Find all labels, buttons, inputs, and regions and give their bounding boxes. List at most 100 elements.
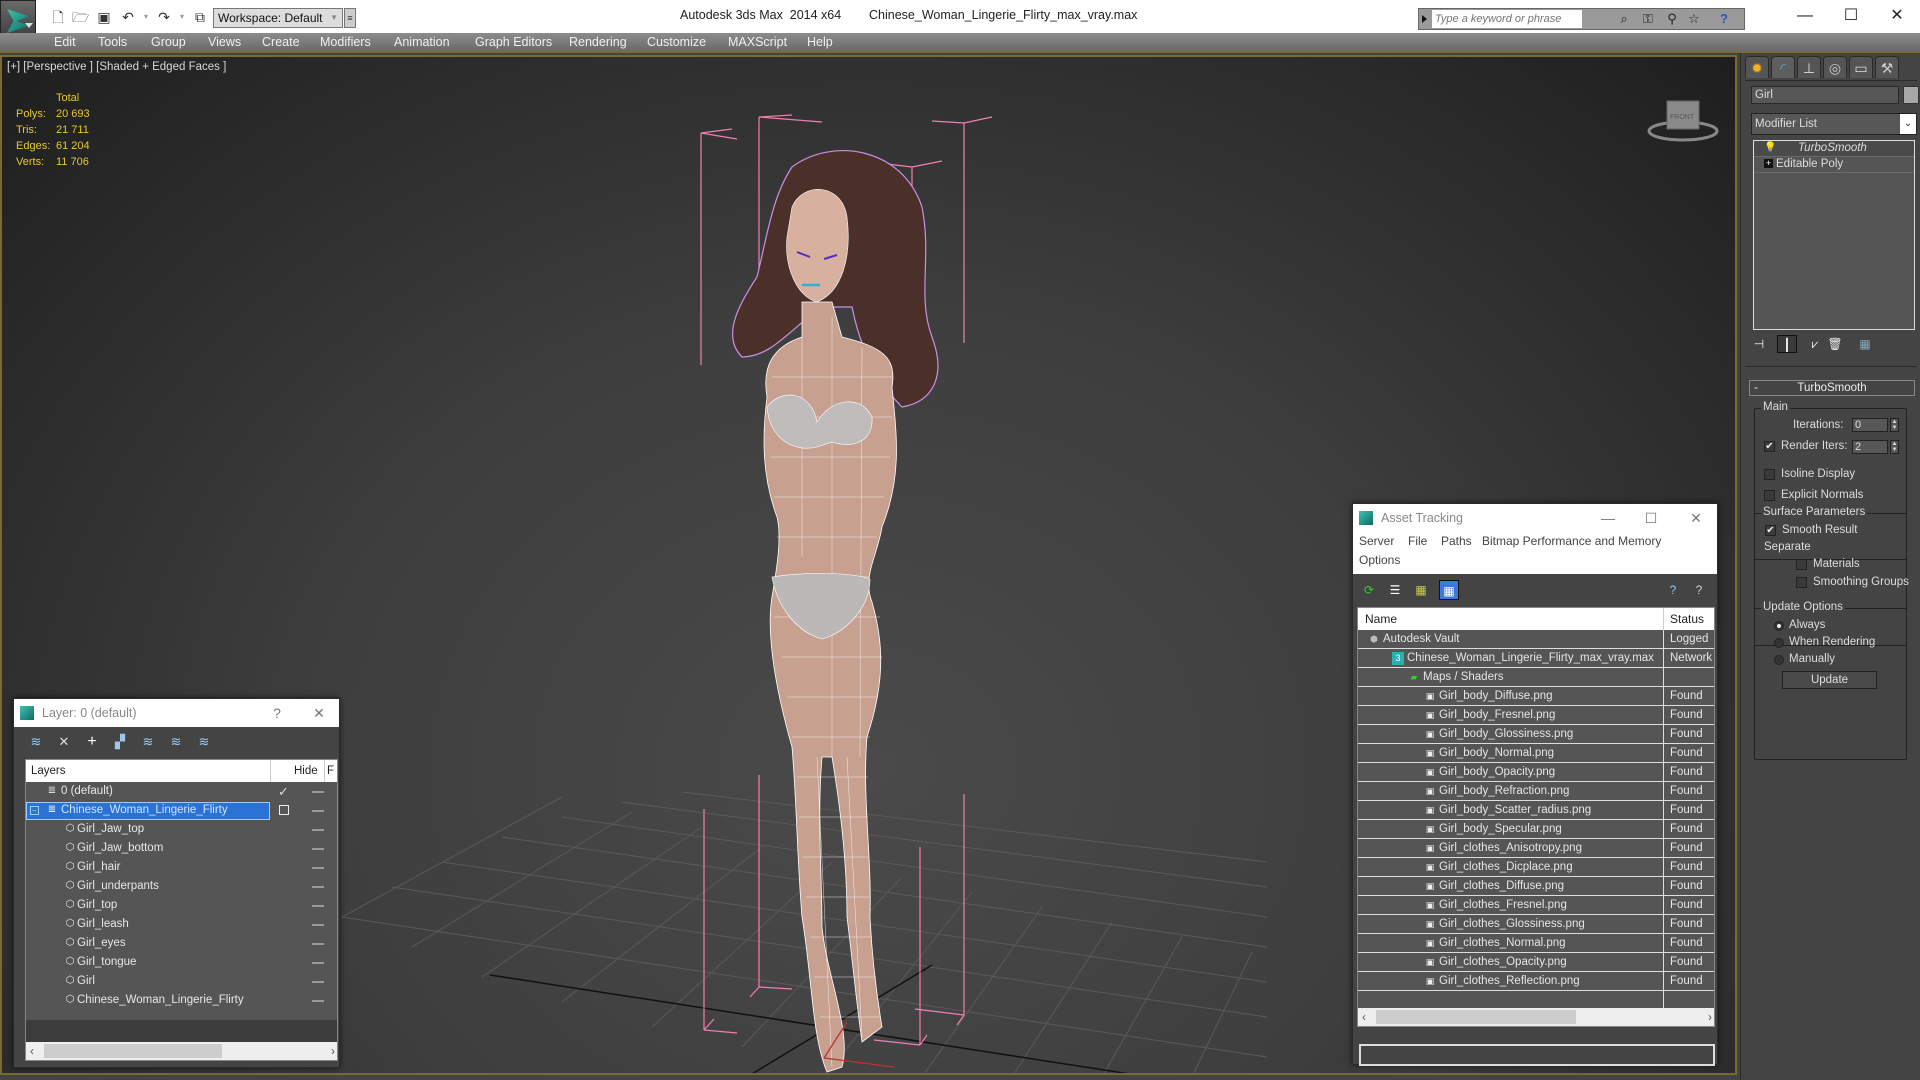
minimize-button[interactable]: — (1593, 504, 1623, 532)
hierarchy-tab-icon[interactable]: ⊥ (1797, 56, 1821, 78)
new-file-icon[interactable]: 🗋 (50, 9, 66, 25)
minimize-button[interactable]: — (1785, 4, 1825, 28)
scrollbar-thumb[interactable] (1376, 1010, 1576, 1024)
hide-toggle[interactable] (312, 848, 324, 850)
iterations-spinner-arrows[interactable]: ▲ ▼ (1890, 418, 1899, 432)
object-color-swatch[interactable] (1903, 86, 1919, 104)
key-icon[interactable]: ⚿ (1639, 11, 1657, 27)
column-hide[interactable]: Hide (294, 760, 318, 782)
redo-icon[interactable]: ↷ (156, 9, 172, 25)
maximize-button[interactable]: ☐ (1831, 4, 1871, 28)
refresh-icon[interactable]: ⟳ (1359, 580, 1379, 600)
column-status[interactable]: Status (1670, 608, 1704, 630)
hide-toggle[interactable] (312, 886, 324, 888)
render-iters-spinner-arrows[interactable]: ▲ ▼ (1890, 440, 1899, 454)
object-row[interactable]: ⬡ Girl (26, 972, 337, 991)
explicit-normals-checkbox[interactable] (1764, 490, 1775, 501)
thumbnail-view-icon[interactable]: ▦ (1411, 580, 1431, 600)
isoline-display-checkbox[interactable] (1764, 469, 1775, 480)
expand-plus-icon[interactable]: + (1764, 159, 1773, 168)
search-input[interactable] (1432, 10, 1582, 28)
highlight-selected-layer-icon[interactable]: ≋ (138, 733, 158, 751)
make-unique-icon[interactable]: ⩗ (1805, 335, 1825, 353)
asset-row[interactable]: ▣ Girl_body_Scatter_radius.png Found (1358, 801, 1714, 820)
stack-item-editable-poly[interactable]: + Editable Poly (1754, 157, 1914, 173)
freeze-unfreeze-all-icon[interactable]: ≋ (194, 733, 214, 751)
utilities-tab-icon[interactable]: ⚒ (1875, 56, 1899, 78)
update-always-radio[interactable] (1774, 621, 1784, 631)
layer-row-default[interactable]: ≣ 0 (default) ✓ (26, 782, 337, 801)
viewcube[interactable]: FRONT (1645, 95, 1721, 143)
current-layer-checkmark-icon[interactable]: ✓ (278, 782, 289, 801)
layer-row-chinese-woman[interactable]: − ≣ Chinese_Woman_Lingerie_Flirty (26, 801, 337, 820)
separate-smoothing-groups-checkbox[interactable] (1796, 577, 1807, 588)
asset-row[interactable]: ▣ Girl_body_Fresnel.png Found (1358, 706, 1714, 725)
hide-toggle[interactable] (312, 867, 324, 869)
close-button[interactable]: ✕ (1877, 4, 1917, 28)
menu-customize[interactable]: Customize (647, 35, 706, 49)
asset-window-titlebar[interactable]: Asset Tracking — ☐ ✕ (1353, 504, 1717, 532)
menu-bitmap-performance[interactable]: Bitmap Performance and Memory (1482, 534, 1661, 548)
workspace-dropdown[interactable]: Workspace: Default ▼ (213, 8, 343, 28)
hide-toggle[interactable] (312, 810, 324, 812)
scroll-left-icon[interactable]: ‹ (1362, 1008, 1366, 1026)
menu-paths[interactable]: Paths (1441, 534, 1472, 548)
show-end-result-icon[interactable]: ┃ (1777, 335, 1797, 353)
scroll-left-icon[interactable]: ‹ (30, 1042, 34, 1060)
close-button[interactable]: ✕ (304, 699, 334, 727)
menu-views[interactable]: Views (208, 35, 241, 49)
menu-help[interactable]: Help (807, 35, 833, 49)
create-tab-icon[interactable]: ✹ (1745, 56, 1769, 78)
menu-animation[interactable]: Animation (394, 35, 450, 49)
asset-row[interactable]: ▣ Girl_body_Glossiness.png Found (1358, 725, 1714, 744)
maximize-button[interactable]: ☐ (1636, 504, 1666, 532)
help-icon[interactable]: ? (1715, 11, 1733, 27)
column-name[interactable]: Name (1365, 608, 1397, 630)
expand-search-icon[interactable] (1422, 15, 1427, 23)
asset-row[interactable]: ▣ Girl_body_Opacity.png Found (1358, 763, 1714, 782)
update-manually-radio[interactable] (1774, 655, 1784, 665)
menu-group[interactable]: Group (151, 35, 186, 49)
stack-item-turbosmooth[interactable]: 💡 TurboSmooth (1754, 141, 1914, 157)
open-file-icon[interactable]: 🗁 (72, 9, 89, 25)
modify-tab-icon[interactable]: ◜ (1771, 56, 1795, 78)
asset-row[interactable]: ▣ Girl_clothes_Dicplace.png Found (1358, 858, 1714, 877)
iterations-spinner[interactable]: 0 (1852, 418, 1888, 432)
hide-toggle[interactable] (312, 924, 324, 926)
menu-options[interactable]: Options (1359, 553, 1400, 567)
update-button[interactable]: Update (1782, 671, 1877, 689)
close-button[interactable]: ✕ (1681, 504, 1711, 532)
object-row[interactable]: ⬡ Girl_top (26, 896, 337, 915)
asset-row[interactable]: ▣ Girl_body_Normal.png Found (1358, 744, 1714, 763)
list-view-icon[interactable]: ☰ (1385, 580, 1405, 600)
undo-dropdown-icon[interactable]: ▾ (138, 9, 154, 25)
separate-materials-checkbox[interactable] (1796, 559, 1807, 570)
update-when-rendering-radio[interactable] (1774, 638, 1784, 648)
asset-row[interactable]: ▣ Girl_body_Refraction.png Found (1358, 782, 1714, 801)
menu-create[interactable]: Create (262, 35, 300, 49)
object-row[interactable]: ⬡ Girl_Jaw_bottom (26, 839, 337, 858)
horizontal-scrollbar[interactable]: ‹ › (1358, 1008, 1714, 1026)
modifier-list-dropdown[interactable]: Modifier List ⌄ (1751, 113, 1917, 135)
hide-toggle[interactable] (312, 829, 324, 831)
collapse-icon[interactable]: − (30, 806, 39, 815)
asset-row[interactable]: ▣ Girl_clothes_Normal.png Found (1358, 934, 1714, 953)
object-row[interactable]: ⬡ Girl_hair (26, 858, 337, 877)
asset-row[interactable]: ▣ Girl_clothes_Anisotropy.png Found (1358, 839, 1714, 858)
render-iters-checkbox[interactable]: ✔ (1764, 441, 1775, 452)
asset-row[interactable]: ▣ Girl_body_Diffuse.png Found (1358, 687, 1714, 706)
display-tab-icon[interactable]: ▭ (1849, 56, 1873, 78)
asset-row[interactable]: ▣ Girl_clothes_Diffuse.png Found (1358, 877, 1714, 896)
binoculars-icon[interactable]: ⌕ (1615, 11, 1633, 27)
table-view-icon[interactable]: ▦ (1439, 580, 1459, 600)
undo-icon[interactable]: ↶ (120, 9, 136, 25)
viewport-label[interactable]: [+] [Perspective ] [Shaded + Edged Faces… (7, 61, 226, 73)
menu-tools[interactable]: Tools (98, 35, 127, 49)
help-icon[interactable]: ? (1689, 580, 1709, 600)
motion-tab-icon[interactable]: ◎ (1823, 56, 1847, 78)
menu-file[interactable]: File (1408, 534, 1427, 548)
project-folder-icon[interactable]: ⧉ (192, 9, 208, 25)
asset-row[interactable]: ▣ Girl_clothes_Reflection.png Found (1358, 972, 1714, 991)
object-row[interactable]: ⬡ Girl_leash (26, 915, 337, 934)
hide-toggle[interactable] (312, 981, 324, 983)
